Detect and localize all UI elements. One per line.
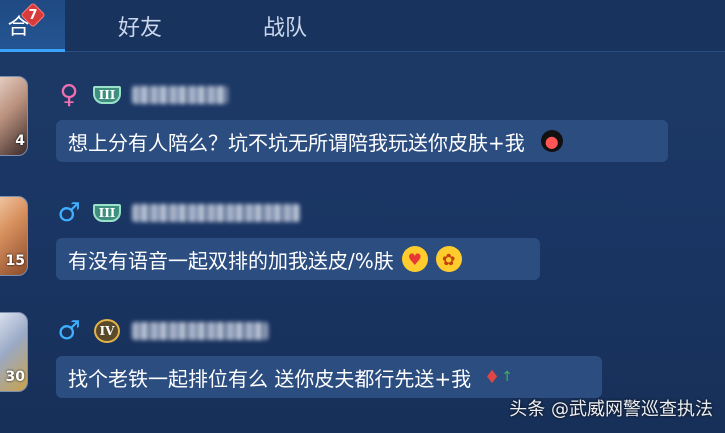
avatar-level: 30 bbox=[5, 369, 25, 385]
tab-active[interactable]: 合 7 bbox=[0, 0, 65, 52]
rank-badge-icon: III bbox=[92, 83, 122, 107]
avatar[interactable]: 15 bbox=[0, 196, 28, 276]
bomb-emoji-icon: ● bbox=[540, 130, 563, 152]
message-text: 有没有语音一起双排的加我送皮/%肤 bbox=[68, 248, 394, 273]
watermark: 头条 @武威网警巡查执法 bbox=[509, 399, 713, 420]
kiss-emoji-icon: ✿ bbox=[435, 246, 462, 272]
tab-friends[interactable]: 好友 bbox=[95, 0, 185, 52]
unread-badge: 7 bbox=[20, 2, 46, 28]
tab-team[interactable]: 战队 bbox=[240, 0, 330, 52]
rank-label: III bbox=[98, 88, 116, 102]
badge-count: 7 bbox=[28, 7, 38, 23]
rank-badge-icon: III bbox=[92, 201, 122, 225]
avatar-level: 15 bbox=[5, 253, 25, 269]
message-text: 找个老铁一起排位有么 送你皮夫都行先送+我 bbox=[68, 366, 472, 391]
tab-label: 战队 bbox=[262, 16, 307, 41]
message-header: ♂ IV bbox=[56, 316, 268, 346]
avatar[interactable]: 4 bbox=[0, 76, 28, 156]
chat-message: 15 ♂ III 有没有语音一起双排的加我送皮/%肤 ♥ ✿ bbox=[0, 196, 725, 296]
message-bubble[interactable]: 有没有语音一起双排的加我送皮/%肤 ♥ ✿ bbox=[56, 238, 540, 280]
rank-badge-icon: IV bbox=[92, 319, 122, 343]
rose-emoji-icon: ♦ bbox=[484, 366, 501, 388]
heart-eyes-emoji-icon: ♥ bbox=[401, 246, 428, 272]
blurred-username[interactable] bbox=[132, 86, 228, 104]
blurred-username[interactable] bbox=[132, 322, 268, 340]
blurred-username[interactable] bbox=[132, 204, 300, 222]
male-icon: ♂ bbox=[57, 198, 81, 228]
chat-message: 4 ♀ III 想上分有人陪么？坑不坑无所谓陪我玩送你皮肤+我 ● bbox=[0, 76, 725, 176]
tab-label: 好友 bbox=[117, 16, 162, 41]
tab-bar: 合 7 好友 战队 bbox=[0, 0, 725, 52]
male-icon: ♂ bbox=[57, 316, 81, 346]
message-header: ♀ III bbox=[56, 80, 228, 110]
message-text: 想上分有人陪么？坑不坑无所谓陪我玩送你皮肤+我 bbox=[68, 130, 525, 155]
message-bubble[interactable]: 找个老铁一起排位有么 送你皮夫都行先送+我 ♦ ↑ bbox=[56, 356, 602, 398]
rank-label: III bbox=[98, 206, 116, 220]
message-bubble[interactable]: 想上分有人陪么？坑不坑无所谓陪我玩送你皮肤+我 ● bbox=[56, 120, 668, 162]
rank-label: IV bbox=[99, 324, 115, 338]
female-icon: ♀ bbox=[59, 80, 79, 110]
message-header: ♂ III bbox=[56, 198, 300, 228]
avatar[interactable]: 30 bbox=[0, 312, 28, 392]
avatar-level: 4 bbox=[15, 133, 25, 149]
leaf-icon: ↑ bbox=[501, 369, 513, 385]
